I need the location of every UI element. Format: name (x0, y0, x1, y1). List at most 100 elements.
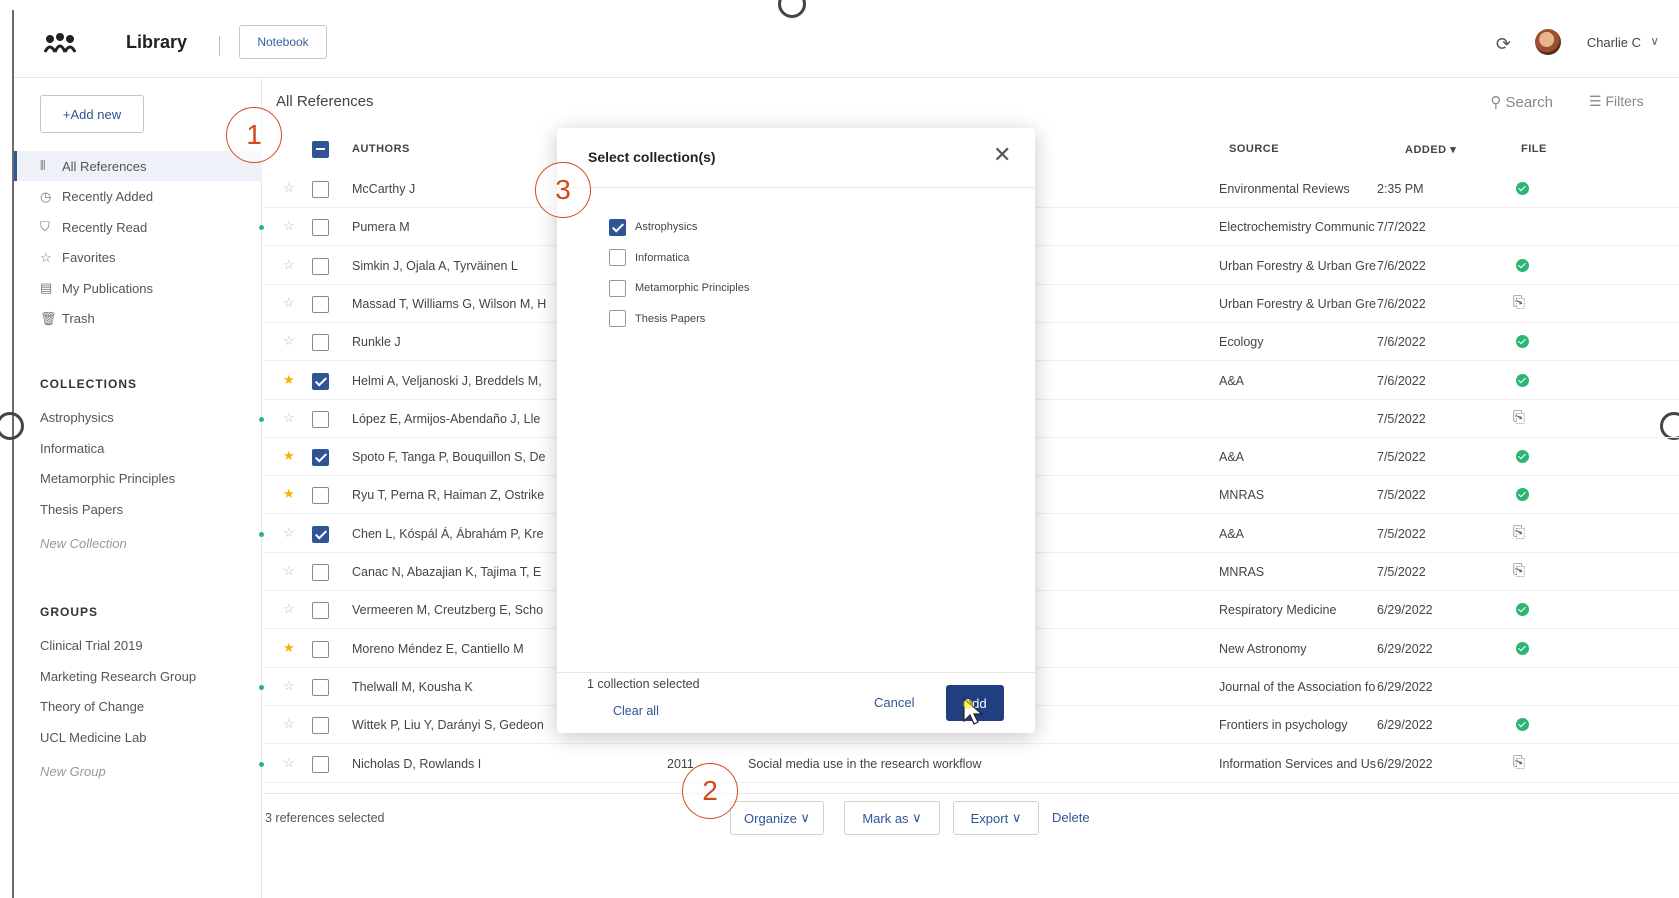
export-button[interactable]: Export ∨ (953, 801, 1039, 835)
row-checkbox[interactable] (312, 525, 329, 543)
row-checkbox[interactable] (312, 602, 329, 620)
new-group-link[interactable]: New Group (40, 764, 106, 779)
column-source[interactable]: SOURCE (1229, 143, 1279, 155)
favorite-star-icon[interactable]: ☆ (283, 525, 295, 541)
add-file-icon[interactable]: ⎘ (1513, 409, 1525, 426)
file-available-icon[interactable] (1516, 641, 1529, 655)
notebook-button[interactable]: Notebook (239, 25, 327, 59)
row-checkbox[interactable] (312, 295, 329, 313)
file-available-icon[interactable] (1516, 450, 1529, 464)
favorite-star-icon[interactable]: ☆ (283, 257, 295, 273)
file-available-icon[interactable] (1516, 182, 1529, 195)
sidebar-item-recently-read[interactable]: ⛉ Recently Read (14, 212, 262, 242)
sidebar-item-recently-added[interactable]: ◷ Recently Added (14, 182, 262, 212)
sidebar-item-my-publications[interactable]: ▤ My Publications (14, 273, 262, 303)
file-available-icon[interactable] (1516, 718, 1529, 732)
column-added[interactable]: ADDED ▾ (1405, 143, 1456, 156)
row-checkbox[interactable] (312, 449, 329, 467)
row-checkbox[interactable] (312, 410, 329, 428)
add-file-icon[interactable]: ⎘ (1513, 562, 1525, 579)
collection-checkbox[interactable] (609, 218, 626, 236)
row-checkbox[interactable] (312, 181, 329, 198)
select-all-checkbox[interactable] (312, 141, 329, 158)
column-authors[interactable]: AUTHORS (352, 143, 410, 155)
file-available-icon[interactable] (1516, 603, 1529, 617)
favorite-star-icon[interactable]: ★ (283, 486, 295, 502)
search-button[interactable]: ⚲ Search (1490, 93, 1553, 111)
close-icon[interactable]: ✕ (993, 144, 1011, 166)
row-checkbox[interactable] (312, 564, 329, 581)
collection-thesis-papers[interactable]: Thesis Papers (40, 502, 123, 517)
row-checkbox[interactable] (312, 219, 329, 237)
collection-checkbox[interactable] (609, 310, 626, 327)
favorite-star-icon[interactable]: ★ (283, 372, 295, 388)
add-file-icon[interactable]: ⎘ (1513, 294, 1525, 311)
dialog-collection-option[interactable]: Informatica (609, 248, 689, 268)
group-ucl-medicine-lab[interactable]: UCL Medicine Lab (40, 730, 146, 745)
row-checkbox[interactable] (312, 257, 329, 275)
table-row[interactable]: ☆ Nicholas D, Rowlands I 2011 Social media … (259, 745, 1679, 783)
column-file[interactable]: FILE (1521, 143, 1547, 155)
user-name[interactable]: Charlie C (1587, 35, 1641, 50)
collection-informatica[interactable]: Informatica (40, 441, 104, 456)
sidebar-item-favorites[interactable]: ☆ Favorites (14, 243, 262, 273)
row-checkbox[interactable] (312, 717, 329, 735)
new-collection-link[interactable]: New Collection (40, 536, 127, 551)
file-available-icon[interactable] (1516, 488, 1529, 502)
sidebar-item-all-references[interactable]: ⫴ All References (14, 151, 262, 181)
delete-button[interactable]: Delete (1052, 810, 1090, 825)
collection-checkbox[interactable] (609, 249, 626, 266)
favorite-star-icon[interactable]: ☆ (283, 678, 295, 694)
avatar[interactable] (1535, 29, 1561, 55)
favorite-star-icon[interactable]: ☆ (283, 601, 295, 617)
dialog-collection-option[interactable]: Astrophysics (609, 217, 697, 237)
row-checkbox[interactable] (312, 640, 329, 658)
collection-metamorphic-principles[interactable]: Metamorphic Principles (40, 471, 175, 486)
chevron-down-icon: ∨ (800, 810, 810, 825)
header-divider (219, 36, 220, 56)
group-marketing-research-group[interactable]: Marketing Research Group (40, 669, 196, 684)
favorite-star-icon[interactable]: ☆ (283, 180, 295, 196)
add-new-button[interactable]: +Add new (40, 95, 144, 133)
favorite-star-icon[interactable]: ☆ (283, 563, 295, 579)
favorite-star-icon[interactable]: ☆ (283, 295, 295, 311)
collection-astrophysics[interactable]: Astrophysics (40, 410, 114, 425)
select-collection-dialog: Select collection(s) ✕ Astrophysics Infor… (557, 128, 1035, 733)
sidebar-item-trash[interactable]: 🗑 Trash (14, 304, 262, 334)
dialog-title: Select collection(s) (588, 149, 716, 165)
add-file-icon[interactable]: ⎘ (1513, 754, 1525, 771)
sync-icon[interactable]: ⟳ (1496, 34, 1511, 55)
favorite-star-icon[interactable]: ☆ (283, 410, 295, 426)
dialog-collection-option[interactable]: Metamorphic Principles (609, 278, 749, 298)
group-theory-of-change[interactable]: Theory of Change (40, 699, 144, 714)
chevron-down-icon[interactable]: ∨ (1650, 34, 1659, 48)
mark-as-button[interactable]: Mark as ∨ (844, 801, 940, 835)
dialog-collection-option[interactable]: Thesis Papers (609, 309, 705, 329)
cancel-button[interactable]: Cancel (874, 695, 914, 710)
row-checkbox[interactable] (312, 372, 329, 390)
row-added: 7/5/2022 (1377, 526, 1426, 541)
favorite-star-icon[interactable]: ☆ (283, 755, 295, 771)
row-checkbox[interactable] (312, 678, 329, 696)
filters-button[interactable]: ☰ Filters (1589, 93, 1679, 110)
row-added: 6/29/2022 (1377, 679, 1433, 694)
unread-dot-icon (259, 416, 264, 422)
add-file-icon[interactable]: ⎘ (1513, 524, 1525, 541)
favorite-star-icon[interactable]: ☆ (283, 218, 295, 234)
row-checkbox[interactable] (312, 755, 329, 773)
row-checkbox[interactable] (312, 334, 329, 352)
collection-checkbox[interactable] (609, 279, 626, 297)
clear-all-link[interactable]: Clear all (613, 704, 659, 718)
organize-button[interactable]: Organize ∨ (730, 801, 824, 835)
file-available-icon[interactable] (1516, 335, 1529, 349)
row-added: 7/5/2022 (1377, 411, 1426, 426)
row-added: 6/29/2022 (1377, 603, 1433, 618)
favorite-star-icon[interactable]: ☆ (283, 716, 295, 732)
file-available-icon[interactable] (1516, 258, 1529, 272)
row-checkbox[interactable] (312, 487, 329, 505)
group-clinical-trial-2019[interactable]: Clinical Trial 2019 (40, 638, 143, 653)
favorite-star-icon[interactable]: ★ (283, 640, 295, 656)
favorite-star-icon[interactable]: ☆ (283, 333, 295, 349)
file-available-icon[interactable] (1516, 373, 1529, 387)
favorite-star-icon[interactable]: ★ (283, 448, 295, 464)
